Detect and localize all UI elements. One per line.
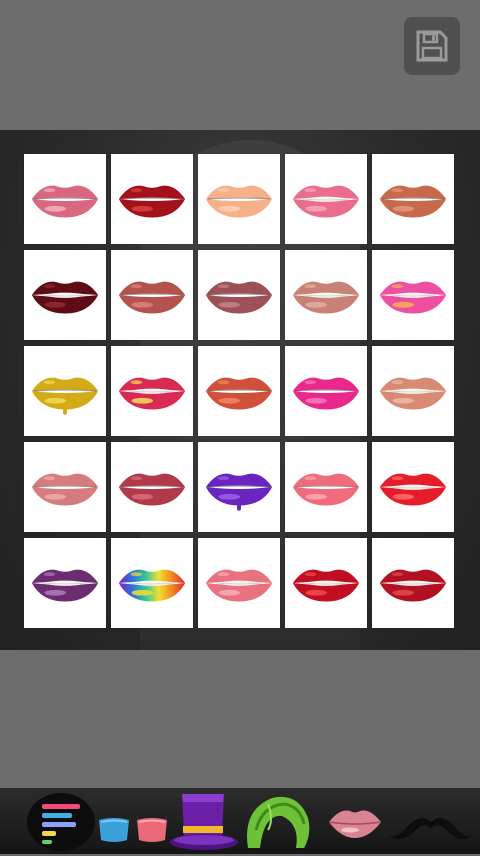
- lips-sticker-tile[interactable]: [24, 538, 106, 628]
- lips-sticker-tile[interactable]: [24, 154, 106, 244]
- lips-icon: [292, 569, 360, 602]
- lips-sticker-tile[interactable]: [372, 154, 454, 244]
- pink-blush-icon: [137, 818, 167, 842]
- mustache-category-button[interactable]: [386, 806, 476, 846]
- lips-icon: [379, 281, 447, 314]
- lips-sticker-tile[interactable]: [111, 538, 193, 628]
- lips-sticker-grid: [24, 154, 456, 628]
- top-bar: [0, 0, 480, 130]
- lips-icon: [118, 569, 186, 602]
- lips-sticker-tile[interactable]: [285, 538, 367, 628]
- lips-icon: [118, 377, 186, 410]
- floppy-disk-icon: [416, 30, 448, 62]
- blush-blue-button[interactable]: [96, 816, 132, 844]
- lips-icon: [292, 281, 360, 314]
- lips-icon: [292, 185, 360, 218]
- lips-icon: [379, 185, 447, 218]
- lips-sticker-tile[interactable]: [285, 442, 367, 532]
- lips-sticker-tile[interactable]: [372, 346, 454, 436]
- lips-icon: [379, 377, 447, 410]
- lips-sticker-tile[interactable]: [111, 346, 193, 436]
- save-button[interactable]: [404, 17, 460, 75]
- lips-sticker-tile[interactable]: [24, 250, 106, 340]
- lips-sticker-tile[interactable]: [111, 154, 193, 244]
- lips-icon: [292, 377, 360, 410]
- lips-sticker-tile[interactable]: [372, 442, 454, 532]
- lips-sticker-tile[interactable]: [198, 538, 280, 628]
- lips-icon: [205, 473, 273, 511]
- lips-icon: [31, 473, 99, 506]
- lips-sticker-tile[interactable]: [198, 442, 280, 532]
- lips-sticker-tile[interactable]: [198, 250, 280, 340]
- lips-icon: [31, 569, 99, 602]
- lips-icon: [118, 281, 186, 314]
- menu-bars-icon: [27, 793, 95, 851]
- lips-icon: [205, 185, 273, 218]
- menu-category-button[interactable]: [26, 792, 96, 852]
- lips-sticker-tile[interactable]: [198, 154, 280, 244]
- hair-category-button[interactable]: [238, 790, 314, 852]
- lips-sticker-tile[interactable]: [198, 346, 280, 436]
- lips-icon: [379, 473, 447, 506]
- canvas-bottom-area: [0, 650, 480, 788]
- lips-sticker-tile[interactable]: [285, 346, 367, 436]
- lips-icon: [205, 281, 273, 314]
- lips-sticker-tile[interactable]: [111, 250, 193, 340]
- lips-icon: [205, 569, 273, 602]
- green-hair-wig-icon: [247, 796, 310, 848]
- mustache-icon: [388, 818, 474, 840]
- lips-category-button[interactable]: [326, 802, 384, 842]
- lips-sticker-tile[interactable]: [372, 250, 454, 340]
- blue-blush-icon: [99, 818, 129, 842]
- lips-sticker-tile[interactable]: [285, 250, 367, 340]
- lips-icon: [31, 185, 99, 218]
- lips-sticker-tile[interactable]: [24, 346, 106, 436]
- lips-icon: [118, 473, 186, 506]
- lips-icon: [118, 185, 186, 218]
- sticker-category-toolbar: [0, 788, 480, 854]
- lips-icon: [31, 281, 99, 314]
- lips-sticker-tile[interactable]: [24, 442, 106, 532]
- hat-category-button[interactable]: [168, 790, 240, 852]
- lips-sticker-tile[interactable]: [111, 442, 193, 532]
- lips-icon: [379, 569, 447, 602]
- lips-icon: [31, 377, 99, 415]
- lips-icon: [205, 377, 273, 410]
- purple-top-hat-icon: [170, 794, 238, 850]
- blush-pink-button[interactable]: [134, 816, 170, 844]
- lips-icon: [292, 473, 360, 506]
- lips-sticker-tile[interactable]: [285, 154, 367, 244]
- lips-icon: [328, 810, 382, 838]
- lips-sticker-tile[interactable]: [372, 538, 454, 628]
